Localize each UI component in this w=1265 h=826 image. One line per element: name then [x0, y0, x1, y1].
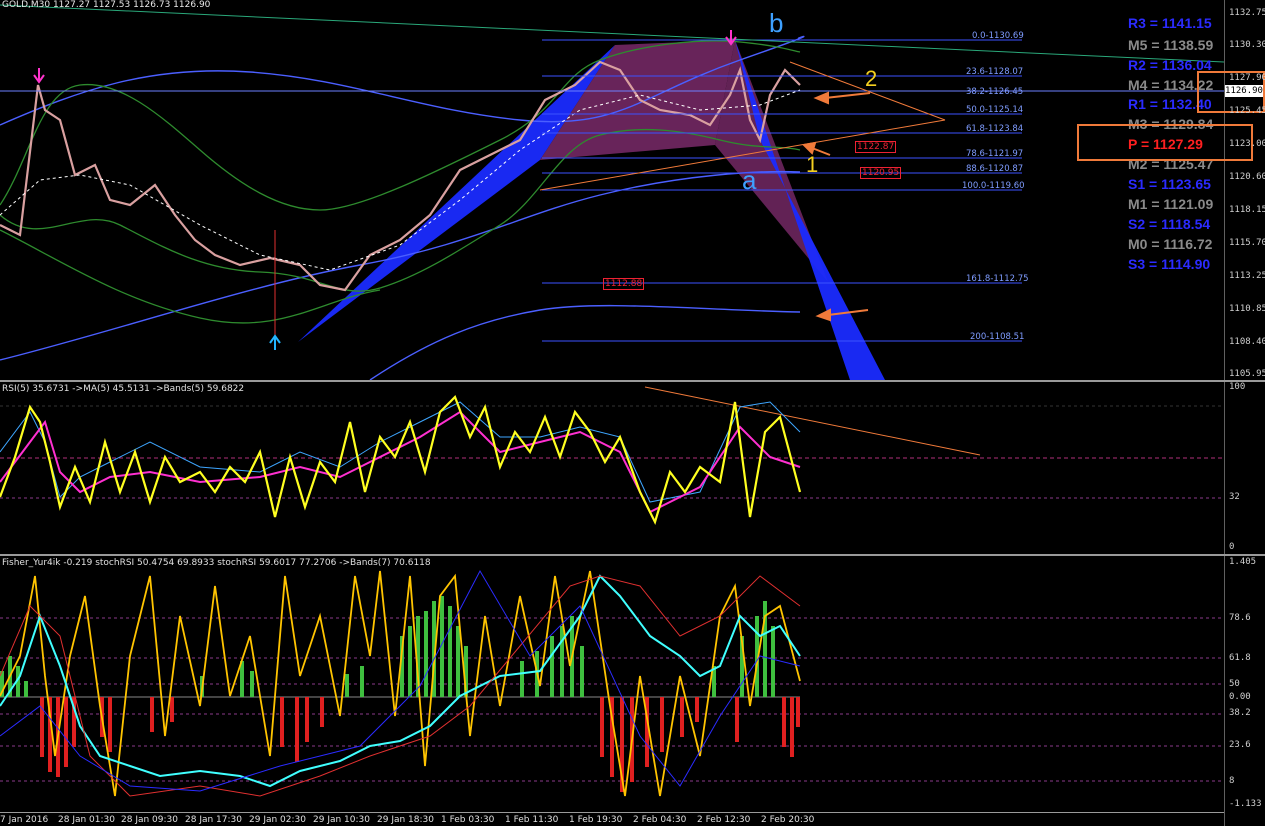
up-arrow-bottom: [269, 334, 281, 350]
fib-label-0: 0.0-1130.69: [972, 31, 1024, 41]
rsi-trendline: [644, 386, 981, 456]
time-label: 28 Jan 09:30: [121, 815, 178, 825]
price-tick: 1118.15: [1229, 205, 1265, 215]
price-tick: 1127.90: [1229, 73, 1265, 83]
pivot-highlight-box: [1077, 124, 1253, 161]
pivot-s1: S1 = 1123.65: [1128, 176, 1211, 192]
wave-label-a: a: [742, 165, 757, 195]
price-chart-drawing[interactable]: [0, 0, 1224, 380]
rsi-line: [0, 395, 802, 525]
price-box-1: 1122.87: [855, 141, 897, 153]
time-label: 1 Feb 11:30: [505, 815, 559, 825]
pivot-m1: M1 = 1121.09: [1128, 196, 1214, 212]
chart-title: GOLD,M30 1127.27 1127.53 1126.73 1126.90: [2, 0, 211, 10]
ma-envelope-lower-blue: [0, 170, 801, 361]
fib-label-50: 50.0-1125.14: [966, 105, 1024, 115]
time-label: 1 Feb 03:30: [441, 815, 495, 825]
fisher-scale-tick: 1.405: [1229, 557, 1257, 567]
rsi-ma-line: [0, 410, 801, 514]
fisher-scale-tick: 23.6: [1229, 740, 1251, 750]
rsi-title: RSI(5) 35.6731 ->MA(5) 45.5131 ->Bands(5…: [2, 384, 245, 394]
price-tick: 1115.70: [1229, 238, 1265, 248]
fisher-scale-tick: 78.6: [1229, 613, 1251, 623]
down-arrow-left: [33, 68, 45, 84]
rsi-scale-100: 100: [1229, 382, 1246, 392]
rsi-drawing: [0, 386, 1224, 525]
time-label: 2 Feb 12:30: [697, 815, 751, 825]
time-label: 2 Feb 04:30: [633, 815, 687, 825]
fisher-scale-tick: -1.133: [1229, 799, 1262, 809]
fisher-scale-tick: 61.8: [1229, 653, 1251, 663]
wave-label-2: 2: [865, 66, 878, 91]
pivot-m5: M5 = 1138.59: [1128, 37, 1214, 53]
fib-label-100: 100.0-1119.60: [962, 181, 1025, 191]
price-tick: 1105.95: [1229, 369, 1265, 379]
time-label: 1 Feb 19:30: [569, 815, 623, 825]
fisher-scale-tick: 8: [1229, 776, 1235, 786]
current-price-badge: 1126.90: [1225, 85, 1263, 97]
ma-envelope-bottom-blue: [369, 304, 801, 380]
price-tick: 1132.75: [1229, 8, 1265, 18]
wave-label-1: 1: [806, 152, 819, 177]
rsi-scale-32: 32: [1229, 492, 1240, 502]
pivot-r3: R3 = 1141.15: [1128, 15, 1212, 31]
price-tick: 1110.85: [1229, 304, 1265, 314]
time-axis-line: [0, 812, 1224, 813]
fib-label-61: 61.8-1123.84: [966, 124, 1024, 134]
fisher-drawing: [0, 569, 1224, 797]
price-tick: 1120.60: [1229, 172, 1265, 182]
time-label: 28 Jan 17:30: [185, 815, 242, 825]
price-tick: 1123.00: [1229, 139, 1265, 149]
price-tick: 1113.25: [1229, 271, 1265, 281]
bollinger-lower2-green: [0, 229, 381, 324]
time-label: 2 Feb 20:30: [761, 815, 815, 825]
fib-label-78: 78.6-1121.97: [966, 149, 1024, 159]
fib-label-88: 88.6-1120.87: [966, 164, 1024, 174]
bollinger-lower-green: [0, 128, 801, 292]
fib-label-23: 23.6-1128.07: [966, 67, 1024, 77]
time-label: 28 Jan 01:30: [58, 815, 115, 825]
time-label: 7 Jan 2016: [0, 815, 49, 825]
fib-label-200: 200-1108.51: [970, 332, 1025, 342]
pivot-s2: S2 = 1118.54: [1128, 216, 1211, 232]
price-box-2: 1120.95: [860, 167, 902, 179]
rsi-scale-0: 0: [1229, 542, 1235, 552]
fisher-scale-tick: 38.2: [1229, 708, 1251, 718]
price-tick: 1108.40: [1229, 337, 1265, 347]
fisher-title: Fisher_Yur4ik -0.219 stochRSI 50.4754 69…: [2, 558, 431, 568]
fisher-scale-tick: 0.00: [1229, 692, 1251, 702]
fib-label-161: 161.8-1112.75: [966, 274, 1029, 284]
pivot-m0: M0 = 1116.72: [1128, 236, 1213, 252]
time-label: 29 Jan 10:30: [313, 815, 370, 825]
time-label: 29 Jan 18:30: [377, 815, 434, 825]
wave-label-b: b: [769, 8, 784, 38]
price-tick: 1130.30: [1229, 40, 1265, 50]
time-label: 29 Jan 02:30: [249, 815, 306, 825]
fisher-scale-tick: 50: [1229, 679, 1240, 689]
fib-label-38: 38.2-1126.45: [966, 87, 1024, 97]
pivot-s3: S3 = 1114.90: [1128, 256, 1211, 272]
orange-arrows: [801, 91, 871, 322]
price-tick: 1125.45: [1229, 106, 1265, 116]
price-box-3: 1112.88: [603, 278, 645, 290]
